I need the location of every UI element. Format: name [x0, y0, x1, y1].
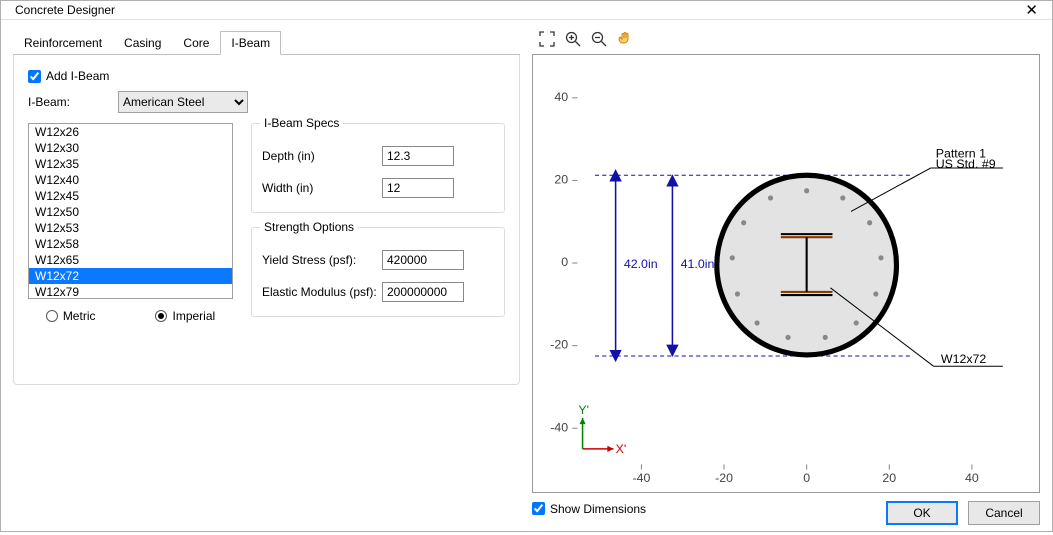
modulus-field[interactable] — [382, 282, 464, 302]
svg-text:-40: -40 — [550, 420, 568, 434]
section-plot[interactable]: 40 20 0 -20 -40 — [532, 54, 1040, 493]
svg-text:20: 20 — [554, 173, 568, 187]
x-axis-label: X' — [616, 442, 627, 456]
list-item[interactable]: W12x45 — [29, 188, 232, 204]
svg-text:20: 20 — [882, 471, 896, 485]
callout-rebar: US Std. #9 — [936, 157, 996, 171]
ok-button[interactable]: OK — [886, 501, 958, 525]
tab-casing[interactable]: Casing — [113, 31, 172, 55]
svg-text:0: 0 — [561, 255, 568, 269]
add-ibeam-checkbox[interactable] — [28, 70, 41, 83]
tab-core[interactable]: Core — [172, 31, 220, 55]
ibeam-select[interactable]: American Steel — [118, 91, 248, 113]
list-item[interactable]: W12x40 — [29, 172, 232, 188]
close-icon[interactable]: ✕ — [1019, 1, 1044, 19]
show-dimensions-checkbox[interactable] — [532, 502, 545, 515]
y-axis-label: Y' — [578, 403, 589, 417]
width-field[interactable] — [382, 178, 454, 198]
depth-label: Depth (in) — [262, 149, 382, 163]
dim-inner: 41.0in — [681, 257, 715, 271]
list-item[interactable]: W12x79 — [29, 284, 232, 299]
svg-text:-20: -20 — [550, 338, 568, 352]
svg-text:0: 0 — [803, 471, 810, 485]
show-dimensions-label: Show Dimensions — [550, 502, 646, 516]
radio-metric-label: Metric — [63, 309, 96, 323]
list-item-selected[interactable]: W12x72 — [29, 268, 232, 284]
width-label: Width (in) — [262, 181, 382, 195]
fit-to-screen-icon[interactable] — [538, 30, 556, 48]
list-item[interactable]: W12x35 — [29, 156, 232, 172]
strength-legend: Strength Options — [260, 220, 358, 234]
tab-ibeam[interactable]: I-Beam — [220, 31, 281, 55]
modulus-label: Elastic Modulus (psf): — [262, 285, 382, 299]
list-item[interactable]: W12x58 — [29, 236, 232, 252]
radio-imperial-label: Imperial — [172, 309, 215, 323]
svg-text:40: 40 — [554, 90, 568, 104]
radio-metric[interactable]: Metric — [46, 309, 96, 323]
tab-reinforcement[interactable]: Reinforcement — [13, 31, 113, 55]
list-item[interactable]: W12x50 — [29, 204, 232, 220]
dim-outer: 42.0in — [624, 257, 658, 271]
radio-imperial[interactable]: Imperial — [155, 309, 215, 323]
window-title: Concrete Designer — [9, 3, 1019, 17]
list-item[interactable]: W12x65 — [29, 252, 232, 268]
cancel-button[interactable]: Cancel — [968, 501, 1040, 525]
add-ibeam-label: Add I-Beam — [46, 69, 109, 83]
zoom-in-icon[interactable] — [564, 30, 582, 48]
pan-icon[interactable] — [616, 30, 634, 48]
callout-ibeam: W12x72 — [941, 352, 987, 366]
ibeam-label: I-Beam: — [28, 95, 108, 109]
specs-legend: I-Beam Specs — [260, 116, 343, 130]
zoom-out-icon[interactable] — [590, 30, 608, 48]
svg-text:40: 40 — [965, 471, 979, 485]
yield-field[interactable] — [382, 250, 464, 270]
list-item[interactable]: W12x53 — [29, 220, 232, 236]
svg-text:-40: -40 — [632, 471, 650, 485]
beam-listbox[interactable]: W12x26 W12x30 W12x35 W12x40 W12x45 W12x5… — [28, 123, 233, 299]
yield-label: Yield Stress (psf): — [262, 253, 382, 267]
list-item[interactable]: W12x30 — [29, 140, 232, 156]
depth-field[interactable] — [382, 146, 454, 166]
svg-text:-20: -20 — [715, 471, 733, 485]
list-item[interactable]: W12x26 — [29, 124, 232, 140]
